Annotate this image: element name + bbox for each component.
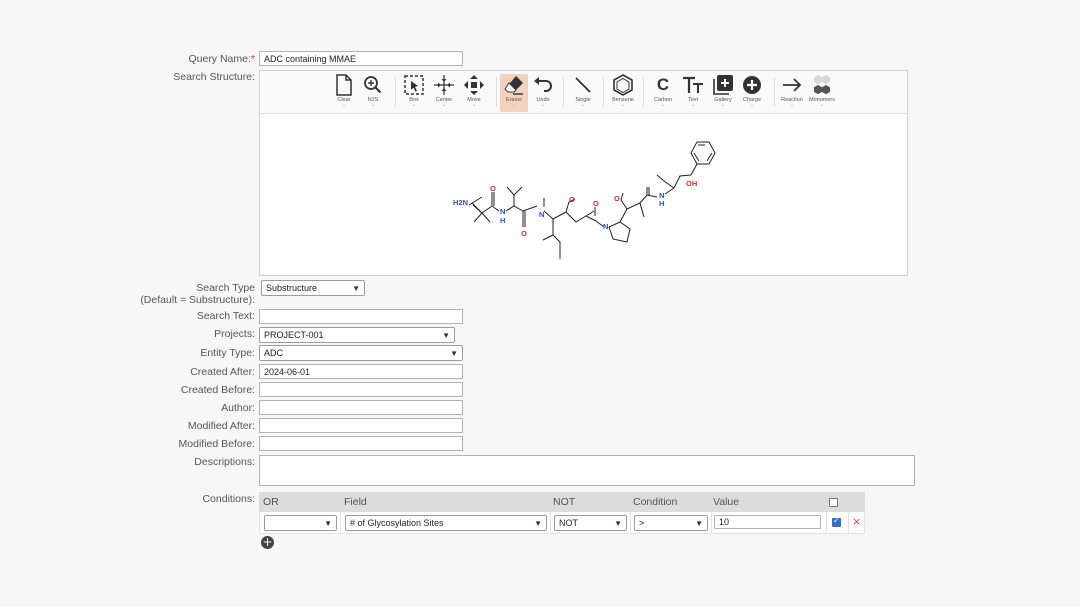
text-icon	[683, 76, 703, 93]
chevron-down-icon: ▼	[695, 519, 703, 528]
author-input[interactable]	[259, 400, 463, 415]
query-name-input[interactable]	[259, 51, 463, 66]
modified-after-label: Modified After:	[187, 420, 255, 432]
search-text-label: Search Text:	[196, 310, 255, 322]
search-structure-label: Search Structure:	[173, 71, 255, 83]
move-icon	[464, 75, 484, 95]
center-tool[interactable]: Center ⌄	[430, 74, 458, 112]
row-checkbox[interactable]	[832, 516, 841, 527]
editor-toolbar: Clear ⌄ N2S ⌄ Box ⌄ Center ⌄ Move ⌄ Eraser ⌄	[260, 71, 907, 114]
atom-n2: N	[539, 210, 544, 219]
modified-after-input[interactable]	[259, 418, 463, 433]
atom-nh1: N	[500, 207, 505, 216]
benzene-tool[interactable]: Benzene ⌄	[609, 74, 637, 112]
condition-select[interactable]: > ▼	[634, 515, 708, 531]
monomers-icon	[814, 75, 830, 95]
created-after-input[interactable]	[259, 364, 463, 379]
atom-o4: O	[593, 199, 599, 208]
box-tool[interactable]: Box ⌄	[400, 74, 428, 112]
structure-editor[interactable]: Clear ⌄ N2S ⌄ Box ⌄ Center ⌄ Move ⌄ Eraser ⌄	[259, 70, 908, 276]
conditions-table-header: OR Field NOT Condition Value	[259, 492, 865, 512]
single-bond-icon	[575, 77, 591, 93]
entity-type-select[interactable]: ADC ▼	[259, 345, 463, 361]
undo-icon	[534, 77, 552, 92]
search-type-select[interactable]: Substructure ▼	[261, 280, 365, 296]
charge-icon	[743, 76, 761, 94]
query-name-label: Query Name:*	[188, 53, 255, 65]
header-condition: Condition	[633, 496, 678, 508]
atom-o5: O	[614, 194, 620, 203]
header-field: Field	[344, 496, 367, 508]
modified-before-label: Modified Before:	[178, 438, 255, 450]
projects-label: Projects:	[214, 328, 255, 340]
gallery-tool[interactable]: Gallery ⌄	[709, 74, 737, 112]
chevron-down-icon: ▼	[324, 519, 332, 528]
center-icon	[434, 75, 454, 95]
header-not: NOT	[553, 496, 576, 508]
select-all-checkbox[interactable]	[829, 498, 838, 507]
atom-oh: OH	[686, 179, 697, 188]
condition-value-input[interactable]	[714, 515, 821, 529]
single-bond-tool[interactable]: Single ⌄	[569, 74, 597, 112]
atom-o2: O	[521, 229, 527, 238]
header-or: OR	[263, 496, 279, 508]
eraser-icon	[504, 76, 523, 95]
eraser-tool[interactable]: Eraser ⌄	[500, 74, 528, 112]
search-type-label: Search Type (Default = Substructure):	[140, 282, 255, 306]
created-before-input[interactable]	[259, 382, 463, 397]
add-condition-button[interactable]: +	[261, 536, 274, 549]
header-value: Value	[713, 496, 740, 508]
reaction-arrow-icon	[783, 78, 802, 92]
chevron-down-icon: ▼	[614, 519, 622, 528]
atom-o1: O	[490, 184, 496, 193]
undo-tool[interactable]: Undo ⌄	[529, 74, 557, 112]
conditions-label: Conditions:	[202, 493, 255, 505]
projects-select[interactable]: PROJECT-001 ▼	[259, 327, 455, 343]
benzene-icon	[613, 74, 633, 96]
entity-type-label: Entity Type:	[200, 347, 255, 359]
atom-h1: H	[500, 216, 505, 225]
molecule-drawing: H2N N H N N N H O O O O O OH	[453, 141, 716, 259]
atom-o3: O	[569, 195, 575, 204]
clear-tool[interactable]: Clear ⌄	[330, 74, 358, 112]
zoom-icon	[364, 76, 382, 94]
text-tool[interactable]: Text ⌄	[679, 74, 707, 112]
carbon-tool[interactable]: C Carbon ⌄	[649, 74, 677, 112]
file-icon	[336, 74, 352, 96]
chevron-down-icon: ▼	[442, 331, 450, 340]
atom-h4: H	[659, 199, 664, 208]
created-after-label: Created After:	[190, 366, 255, 378]
descriptions-textarea[interactable]	[259, 455, 915, 486]
atom-n3: N	[603, 222, 608, 231]
atom-h2n: H2N	[453, 198, 468, 207]
chevron-down-icon: ▼	[534, 519, 542, 528]
box-select-icon	[404, 75, 424, 95]
move-tool[interactable]: Move ⌄	[460, 74, 488, 112]
created-before-label: Created Before:	[180, 384, 255, 396]
charge-tool[interactable]: Charge ⌄	[738, 74, 766, 112]
n2s-tool[interactable]: N2S ⌄	[359, 74, 387, 112]
or-select[interactable]: ▼	[264, 515, 337, 531]
not-select[interactable]: NOT ▼	[554, 515, 627, 531]
monomers-tool[interactable]: Monomers ⌄	[808, 74, 836, 112]
delete-row-icon[interactable]: ×	[852, 515, 861, 528]
field-select[interactable]: # of Glycosylation Sites ▼	[345, 515, 547, 531]
structure-canvas[interactable]: H2N N H N N N H O O O O O OH	[260, 115, 907, 275]
chevron-down-icon: ▼	[450, 349, 458, 358]
gallery-icon	[713, 75, 733, 95]
carbon-icon: C	[656, 75, 670, 94]
author-label: Author:	[221, 402, 255, 414]
descriptions-label: Descriptions:	[194, 456, 255, 468]
search-text-input[interactable]	[259, 309, 463, 324]
conditions-table: OR Field NOT Condition Value ▼ # of Glyc…	[259, 492, 865, 534]
reaction-tool[interactable]: Reaction ⌄	[778, 74, 806, 112]
modified-before-input[interactable]	[259, 436, 463, 451]
chevron-down-icon: ▼	[352, 284, 360, 293]
table-row: ▼ # of Glycosylation Sites▼ NOT▼ >▼ ×	[259, 512, 865, 534]
